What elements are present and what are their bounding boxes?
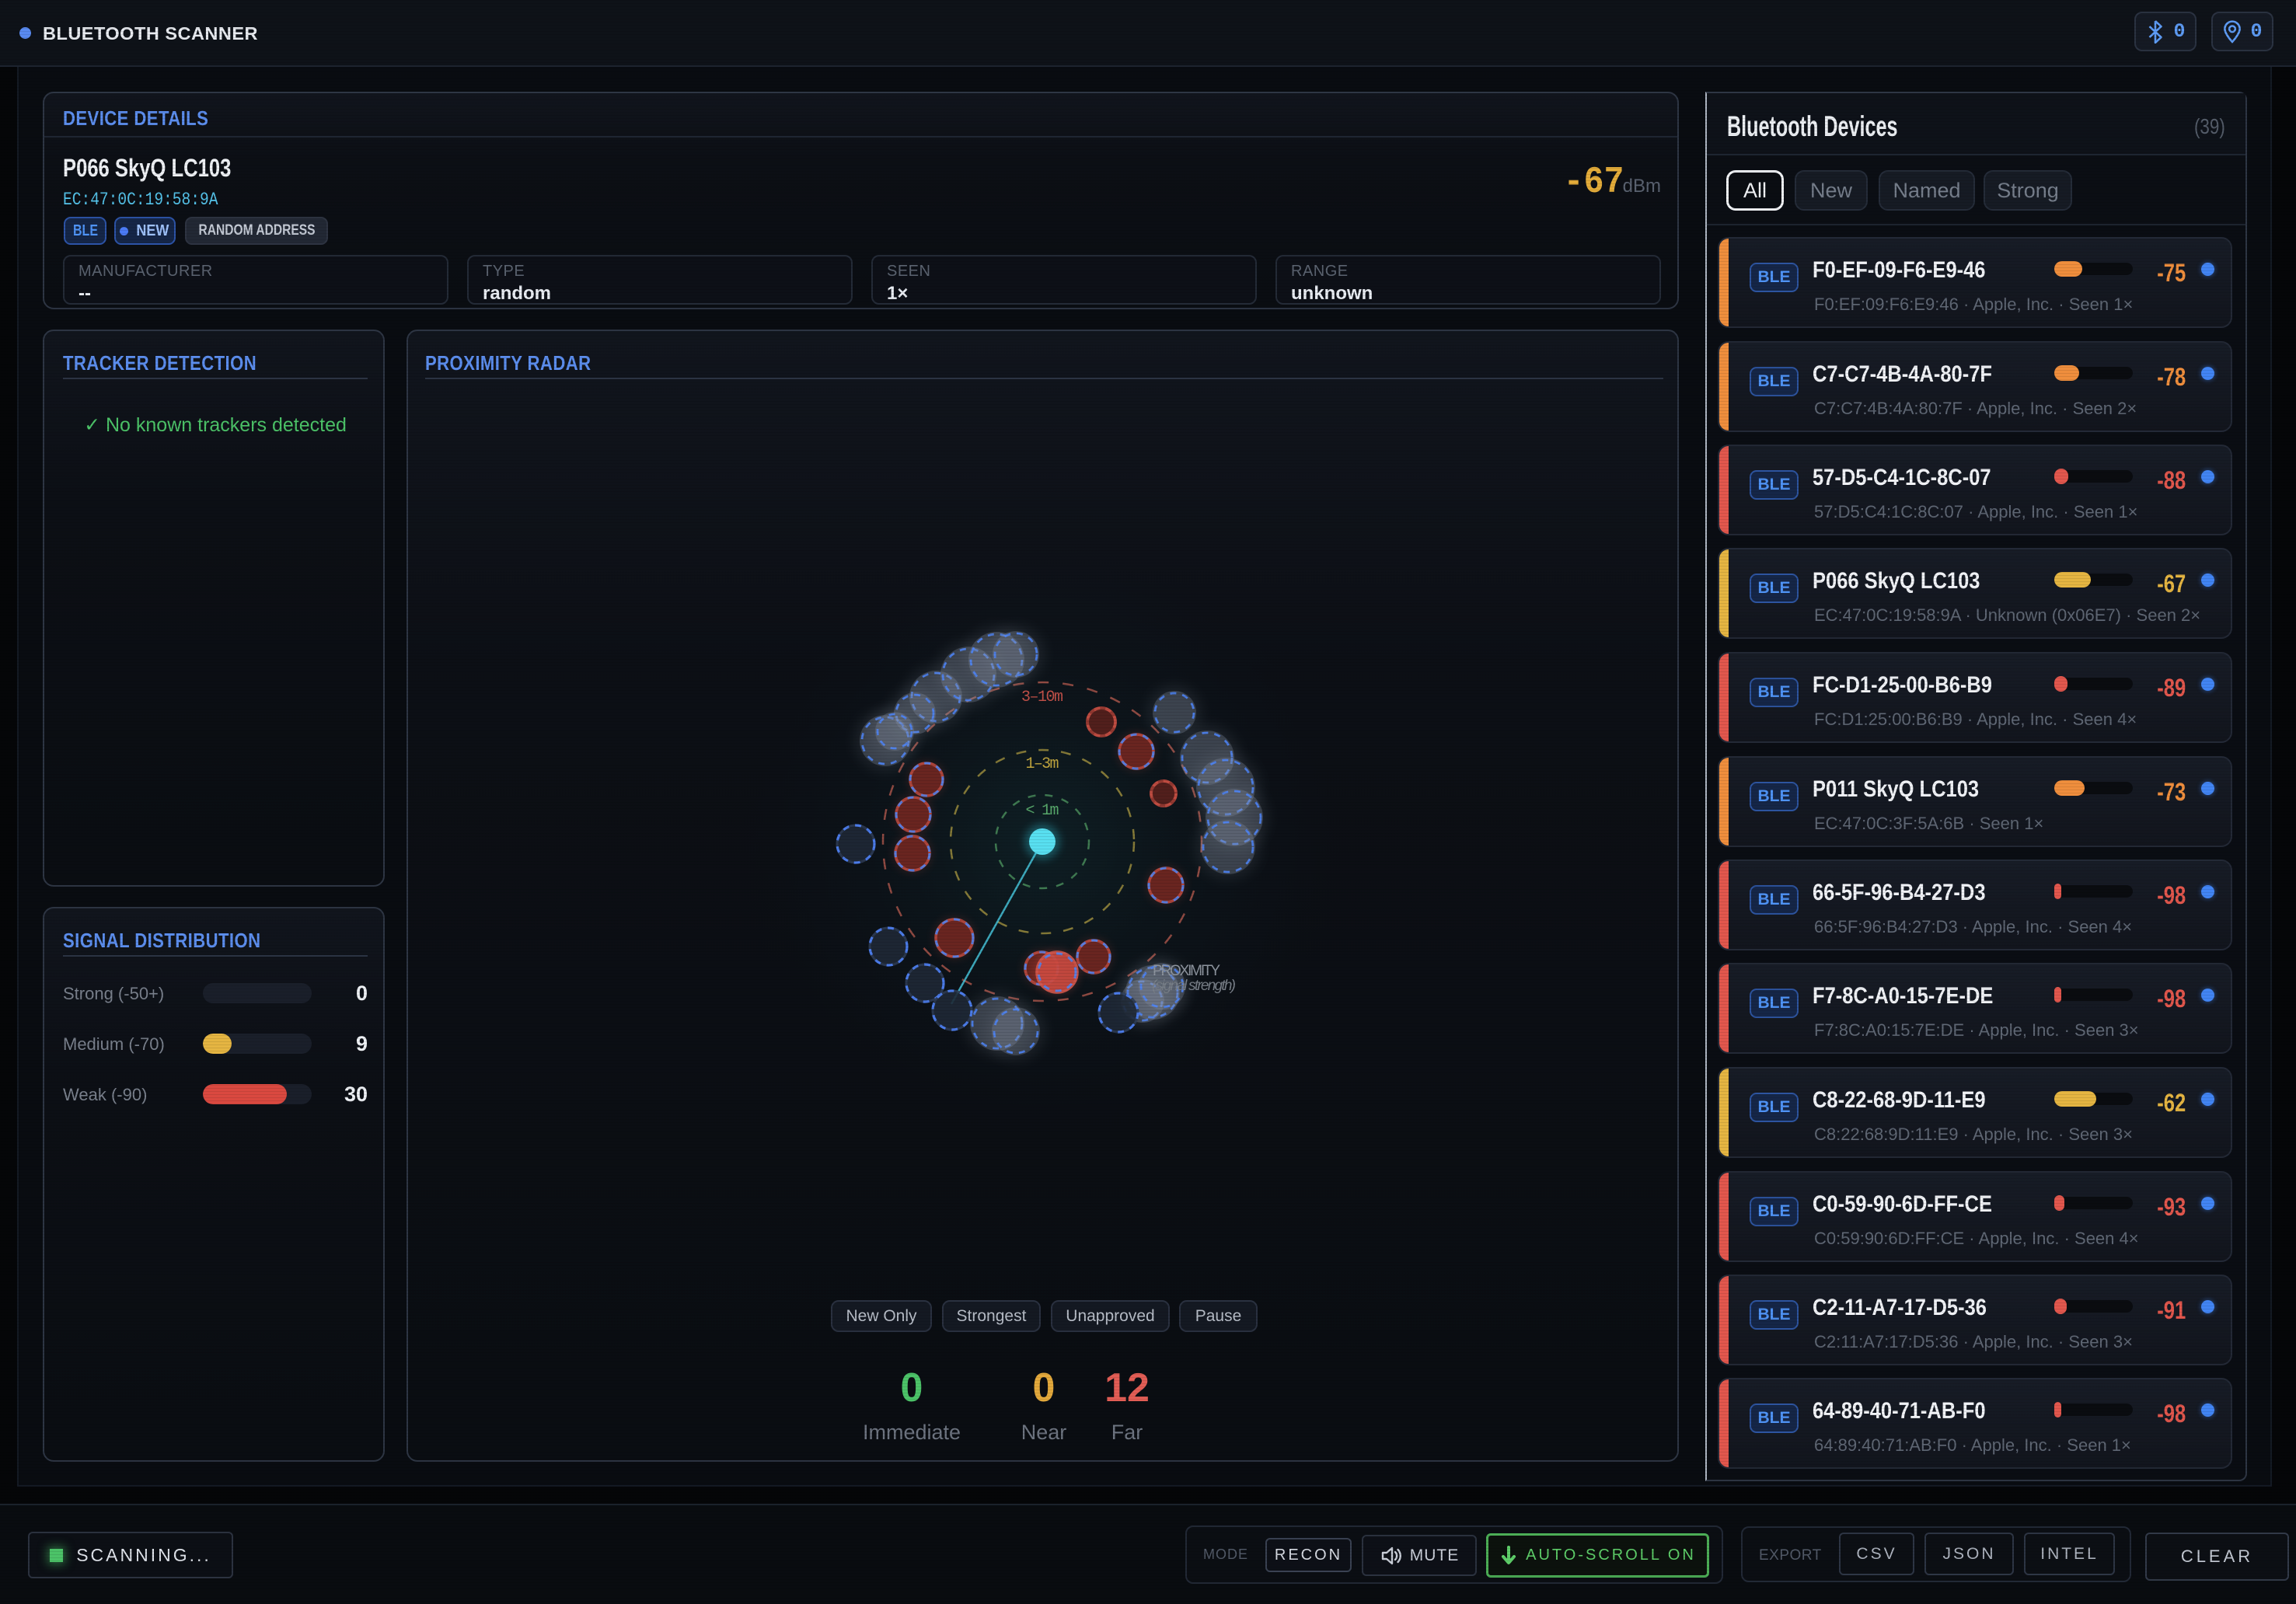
svg-text:1–3m: 1–3m — [1026, 755, 1059, 773]
svg-text:< 1m: < 1m — [1026, 802, 1059, 820]
svg-text:PROXIMITY: PROXIMITY — [1153, 963, 1220, 979]
svg-text:(signal strength): (signal strength) — [1152, 978, 1236, 994]
svg-text:3–10m: 3–10m — [1021, 689, 1063, 706]
